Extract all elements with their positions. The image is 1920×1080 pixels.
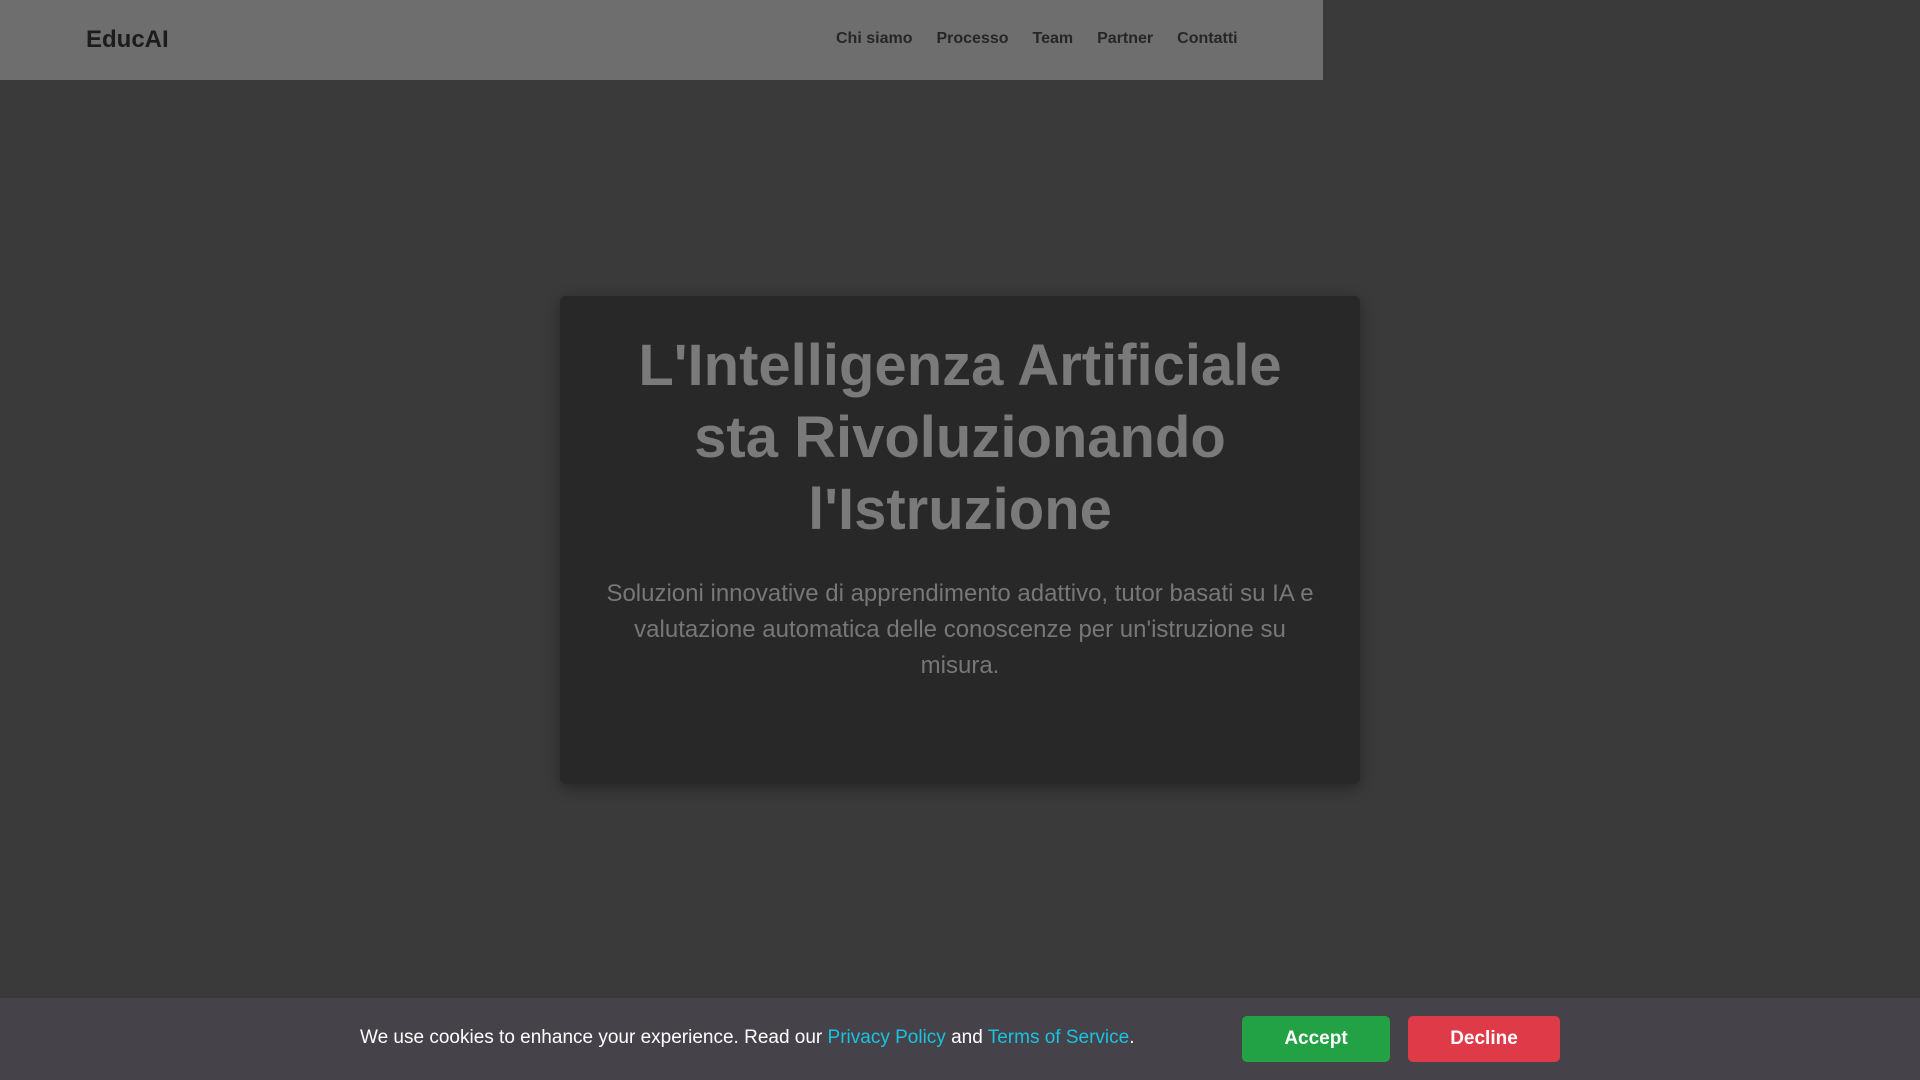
main-nav: Chi siamo Processo Team Partner Contatti: [836, 29, 1238, 49]
terms-of-service-link[interactable]: Terms of Service: [988, 1027, 1129, 1048]
hero-title-line-1: L'Intelligenza Artificiale: [638, 333, 1282, 398]
site-header: EducAI Chi siamo Processo Team Partner C…: [0, 0, 1323, 80]
nav-link-chi-siamo[interactable]: Chi siamo: [836, 29, 912, 49]
hero-subtitle: Soluzioni innovative di apprendimento ad…: [606, 580, 1314, 679]
cookie-message: We use cookies to enhance your experienc…: [360, 1026, 1134, 1050]
hero-title: L'Intelligenza Artificiale sta Rivoluzio…: [600, 330, 1320, 546]
nav-link-partner[interactable]: Partner: [1097, 29, 1153, 49]
decline-cookies-button[interactable]: Decline: [1408, 1016, 1560, 1062]
nav-link-processo[interactable]: Processo: [936, 29, 1008, 49]
hero-title-line-2: sta Rivoluzionando: [694, 405, 1226, 470]
hero-card: L'Intelligenza Artificiale sta Rivoluzio…: [560, 296, 1360, 784]
nav-link-contatti[interactable]: Contatti: [1177, 29, 1237, 49]
hero-title-line-3: l'Istruzione: [808, 477, 1112, 542]
cookie-banner: We use cookies to enhance your experienc…: [0, 998, 1920, 1080]
nav-link-team[interactable]: Team: [1033, 29, 1074, 49]
cookie-text-after: .: [1129, 1027, 1135, 1048]
accept-cookies-button[interactable]: Accept: [1242, 1016, 1390, 1062]
cookie-text-and: and: [945, 1027, 988, 1048]
privacy-policy-link[interactable]: Privacy Policy: [828, 1027, 946, 1048]
site-logo[interactable]: EducAI: [86, 24, 169, 56]
cookie-text-before: We use cookies to enhance your experienc…: [360, 1027, 828, 1048]
